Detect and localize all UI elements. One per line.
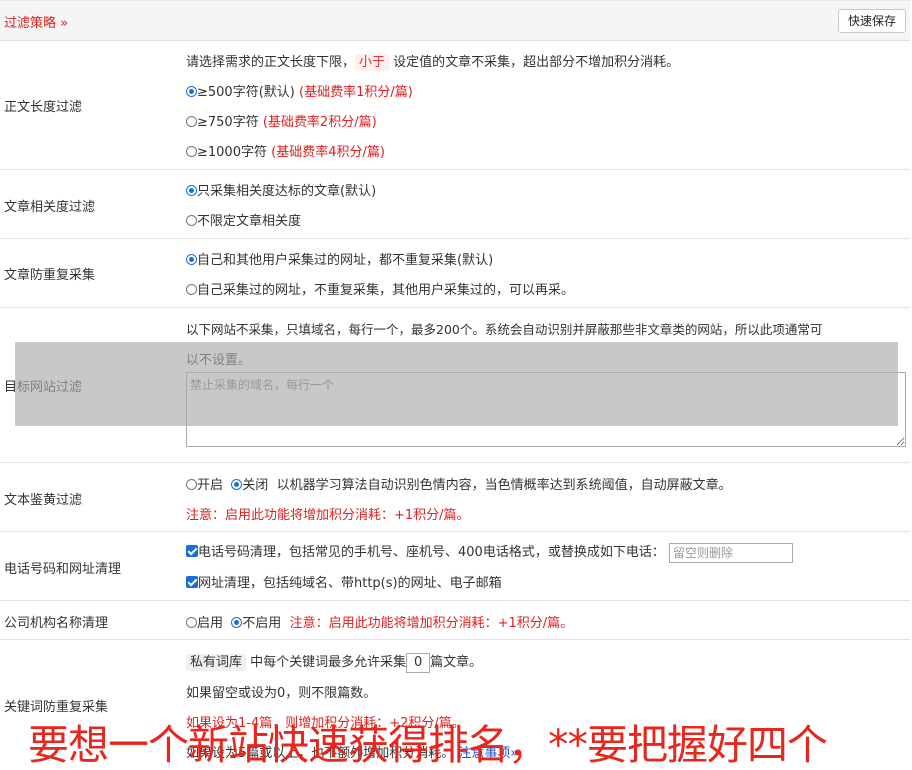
length-filter-label: 正文长度过滤: [4, 100, 83, 115]
keyword-dup-line1: 私有词库 中每个关键词最多允许采集 0 篇文章。: [186, 651, 482, 673]
company-clean-options: 启用 不启用 注意：启用此功能将增加积分消耗：+1积分/篇。: [186, 612, 573, 631]
porn-filter-label: 文本鉴黄过滤: [4, 493, 83, 508]
porn-filter-row: 文本鉴黄过滤 开启 关闭 以机器学习算法自动识别色情内容，当色情概率达到系统阈值…: [0, 463, 910, 532]
site-filter-desc-2: 以不设置。: [186, 353, 252, 368]
company-on-option[interactable]: 启用: [197, 616, 223, 631]
less-than-tag: 小于: [355, 54, 390, 71]
porn-off-option[interactable]: 关闭: [242, 478, 268, 493]
radio-icon[interactable]: [231, 479, 243, 490]
length-filter-desc: 请选择需求的正文长度下限， 小于 设定值的文章不采集，超出部分不增加积分消耗。: [186, 54, 680, 71]
length-option-1000[interactable]: ≥1000字符 (基础费率4积分/篇): [186, 141, 385, 160]
radio-icon[interactable]: [186, 185, 197, 196]
radio-icon[interactable]: [186, 254, 197, 265]
quick-save-button[interactable]: 快速保存: [837, 9, 906, 33]
porn-filter-options: 开启 关闭 以机器学习算法自动识别色情内容，当色情概率达到系统阈值，自动屏蔽文章…: [186, 474, 732, 493]
phone-clean-row: 电话号码和网址清理 电话号码清理，包括常见的手机号、座机号、400电话格式，或替…: [0, 532, 910, 601]
duplicate-filter-label: 文章防重复采集: [4, 268, 96, 283]
company-off-option[interactable]: 不启用: [242, 616, 281, 631]
phone-clean-label: 电话号码和网址清理: [4, 562, 122, 577]
radio-icon[interactable]: [186, 284, 197, 295]
relevance-filter-label: 文章相关度过滤: [4, 200, 96, 215]
checkbox-icon[interactable]: [186, 576, 198, 588]
radio-icon[interactable]: [231, 617, 243, 628]
banner-caption: 要想一个新站快速获得排名，**要把握好四个: [28, 721, 828, 769]
length-option-750[interactable]: ≥750字符 (基础费率2积分/篇): [186, 111, 377, 130]
replacement-phone-input[interactable]: 留空则删除: [668, 542, 793, 563]
radio-icon[interactable]: [186, 215, 197, 226]
phone-clean-option[interactable]: 电话号码清理，包括常见的手机号、座机号、400电话格式，或替换成如下电话： 留空…: [186, 541, 793, 563]
porn-on-option[interactable]: 开启: [197, 478, 223, 493]
radio-icon[interactable]: [186, 617, 197, 628]
url-clean-option[interactable]: 网址清理，包括纯域名、带http(s)的网址、电子邮箱: [186, 572, 502, 591]
checkbox-icon[interactable]: [186, 545, 198, 557]
blocked-domains-textarea[interactable]: [186, 372, 906, 447]
section-title[interactable]: 过滤策略 »: [4, 12, 68, 31]
duplicate-filter-row: 文章防重复采集 自己和其他用户采集过的网址，都不重复采集(默认) 自己采集过的网…: [0, 239, 910, 308]
company-clean-label: 公司机构名称清理: [4, 616, 109, 631]
company-clean-row: 公司机构名称清理 启用 不启用 注意：启用此功能将增加积分消耗：+1积分/篇。: [0, 601, 910, 640]
relevance-option-qualified[interactable]: 只采集相关度达标的文章(默认): [186, 180, 376, 199]
radio-icon[interactable]: [186, 146, 197, 157]
dup-option-self[interactable]: 自己采集过的网址，不重复采集，其他用户采集过的，可以再采。: [186, 279, 574, 298]
length-filter-row: 正文长度过滤 请选择需求的正文长度下限， 小于 设定值的文章不采集，超出部分不增加…: [0, 40, 910, 170]
max-articles-input[interactable]: 0: [406, 652, 431, 673]
relevance-option-unlimited[interactable]: 不限定文章相关度: [186, 210, 301, 229]
keyword-dup-line2: 如果留空或设为0，则不限篇数。: [186, 686, 377, 701]
porn-filter-note: 注意：启用此功能将增加积分消耗：+1积分/篇。: [186, 508, 470, 523]
radio-icon[interactable]: [186, 86, 197, 97]
filter-strategy-header: 过滤策略 » 快速保存: [0, 0, 910, 41]
radio-icon[interactable]: [186, 479, 197, 490]
radio-icon[interactable]: [186, 116, 197, 127]
length-option-500[interactable]: ≥500字符(默认) (基础费率1积分/篇): [186, 81, 413, 100]
private-lexicon-tag[interactable]: 私有词库: [186, 654, 247, 671]
site-filter-desc-1: 以下网站不采集，只填域名，每行一个，最多200个。系统会自动识别并屏蔽那些非文章…: [186, 322, 823, 337]
dup-option-all[interactable]: 自己和其他用户采集过的网址，都不重复采集(默认): [186, 249, 493, 268]
site-filter-label: 目标网站过滤: [4, 380, 83, 395]
keyword-dup-label: 关键词防重复采集: [4, 700, 109, 715]
relevance-filter-row: 文章相关度过滤 只采集相关度达标的文章(默认) 不限定文章相关度: [0, 170, 910, 239]
